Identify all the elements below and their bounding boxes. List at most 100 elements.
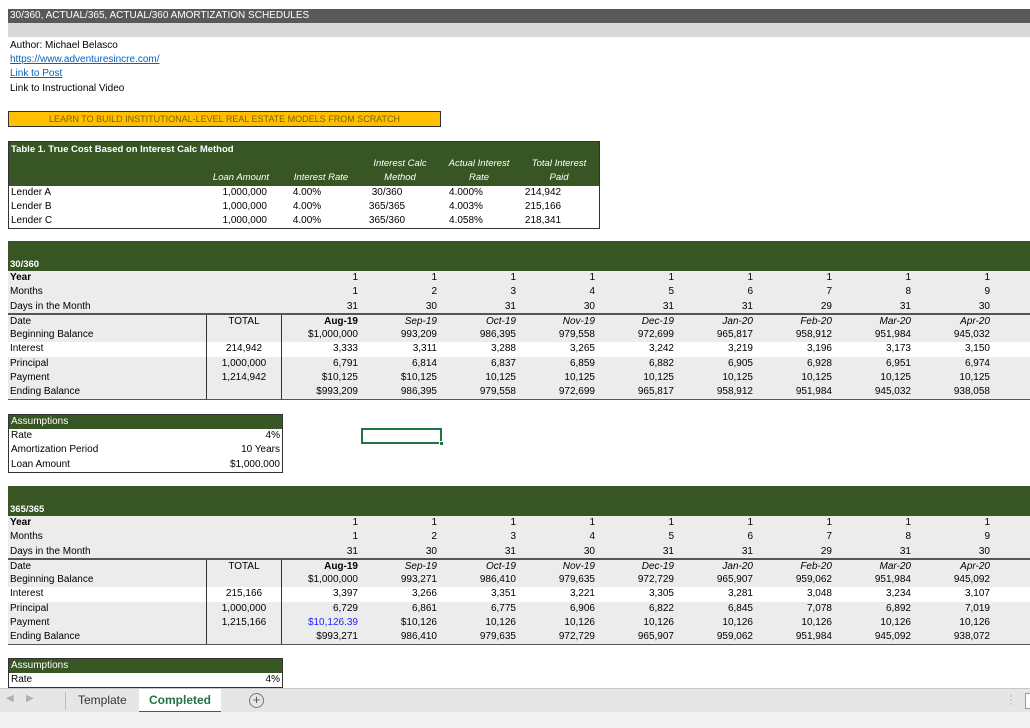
value-cell: 979,558 — [558, 329, 595, 341]
value-cell: 10,126 — [880, 617, 911, 629]
row-days: Days in the Month 31 30 31 30 31 31 29 31 30 — [8, 299, 1030, 314]
schedule-30-360: 30/360 Year 1 1 1 1 1 1 1 1 1 Months 1 2 3 4 5 6 7 8 9 Days i… — [8, 241, 1030, 400]
scroll-tabs-left-icon[interactable]: ◀ — [6, 693, 14, 704]
assumption-row: Amortization Period 10 Years — [9, 443, 282, 457]
value-cell: 3,311 — [412, 343, 437, 355]
col-total-interest-2: Paid — [549, 172, 569, 183]
tab-template[interactable]: Template — [68, 689, 137, 713]
col-actual-rate-1: Actual Interest — [448, 158, 510, 169]
value-cell: 9 — [984, 531, 990, 543]
video-link-text[interactable]: Link to Instructional Video — [10, 82, 124, 96]
assumptions-title: Assumptions — [9, 415, 282, 429]
value-cell: 979,558 — [479, 386, 516, 398]
row-principal: Principal 1,000,000 6,791 6,814 6,837 6,859 6,… — [8, 356, 1030, 372]
value-cell: 986,410 — [400, 631, 437, 643]
value-cell: 10,126 — [485, 617, 516, 629]
value-cell: 10,125 — [801, 372, 832, 384]
value-cell: Apr-20 — [960, 315, 990, 327]
value-cell: 3,221 — [569, 588, 595, 600]
col-loan-amount: Loan Amount — [212, 172, 270, 183]
value-cell: 958,912 — [795, 329, 832, 341]
author-text: Author: Michael Belasco — [10, 40, 118, 51]
value-cell: 30 — [978, 300, 990, 312]
value-cell: Mar-20 — [879, 560, 912, 572]
total-interest: 214,942 — [524, 187, 562, 198]
schedule-header: 365/365 — [8, 486, 1030, 516]
value-cell: 1 — [352, 517, 358, 528]
value-cell: 6,861 — [411, 602, 437, 614]
value-cell: 993,271 — [400, 574, 437, 586]
row-ending: Ending Balance $993,209 986,395 979,558 972,… — [8, 385, 1030, 400]
tab-separator — [65, 692, 66, 710]
add-sheet-icon[interactable]: + — [249, 693, 264, 708]
value-cell: Dec-19 — [641, 560, 674, 572]
schedule-header: 30/360 — [8, 241, 1030, 271]
value-cell: 951,984 — [795, 386, 832, 398]
value-cell: $10,126 — [400, 617, 437, 629]
total-cell: 1,215,166 — [206, 616, 282, 631]
fill-handle[interactable] — [439, 441, 444, 446]
selected-cell[interactable] — [361, 428, 444, 446]
horizontal-scrollbar[interactable] — [1025, 693, 1030, 709]
value-cell: 5 — [668, 286, 674, 298]
value-cell: 30 — [425, 300, 437, 312]
total-cell: TOTAL — [206, 559, 282, 574]
value-cell: 31 — [346, 545, 358, 557]
loan-amount: 1,000,000 — [222, 201, 268, 212]
value-cell: 10,126 — [643, 617, 674, 629]
schedule-365-365: 365/365 Year 1 1 1 1 1 1 1 1 1 Months 1 2 3 4 5 6 7 8 9 Days … — [8, 486, 1030, 645]
row-label: Beginning Balance — [10, 329, 94, 341]
assumptions-30-360: Assumptions Rate 4% Amortization Period 10 Y… — [8, 414, 283, 473]
value-cell: 5 — [668, 531, 674, 543]
row-label: Payment — [10, 372, 50, 384]
more-options-icon[interactable]: · · · — [1009, 691, 1013, 710]
value-cell: 29 — [820, 545, 832, 557]
value-cell: 4 — [589, 286, 595, 298]
total-cell — [206, 271, 282, 285]
value-cell: 6,882 — [648, 357, 674, 369]
value-cell: 1 — [431, 272, 437, 283]
value-cell: 3,173 — [885, 343, 911, 355]
tab-completed[interactable]: Completed — [139, 689, 222, 713]
assumption-label: Rate — [11, 674, 33, 685]
value-cell: 1 — [668, 272, 674, 283]
value-cell: $10,125 — [400, 372, 437, 384]
value-cell: 31 — [899, 545, 911, 557]
row-ending: Ending Balance $993,271 986,410 979,635 972,… — [8, 630, 1030, 645]
value-cell: 31 — [899, 300, 911, 312]
scroll-tabs-right-icon[interactable]: ▶ — [26, 693, 34, 704]
row-months: Months 1 2 3 4 5 6 7 8 9 — [8, 285, 1030, 300]
value-cell: Feb-20 — [800, 560, 832, 572]
value-cell: 959,062 — [716, 631, 753, 643]
value-cell: 10,125 — [959, 372, 990, 384]
value-cell: 1 — [431, 517, 437, 528]
value-cell: $10,126.39 — [307, 617, 358, 629]
total-cell: 1,000,000 — [206, 356, 282, 372]
row-label: Ending Balance — [10, 631, 81, 643]
promo-button[interactable]: LEARN TO BUILD INSTITUTIONAL-LEVEL REAL … — [8, 111, 441, 127]
value-cell: 993,209 — [400, 329, 437, 341]
total-cell — [206, 545, 282, 558]
row-label: Principal — [10, 357, 49, 369]
value-cell: 965,817 — [716, 329, 753, 341]
value-cell: 3,266 — [411, 588, 437, 600]
worksheet[interactable]: 30/360, ACTUAL/365, ACTUAL/360 AMORTIZAT… — [0, 0, 1030, 688]
title-underline — [8, 23, 1030, 37]
value-cell: 10,125 — [880, 372, 911, 384]
value-cell: 979,635 — [479, 631, 516, 643]
value-cell: 31 — [662, 300, 674, 312]
value-cell: 6,729 — [332, 602, 358, 614]
value-cell: Oct-19 — [485, 560, 516, 572]
value-cell: 3 — [510, 531, 516, 543]
value-cell: $10,125 — [321, 372, 358, 384]
website-link[interactable]: https://www.adventuresincre.com/ — [10, 53, 160, 67]
value-cell: 1 — [747, 517, 753, 528]
value-cell: 1 — [905, 517, 911, 528]
value-cell: 6,905 — [727, 357, 753, 369]
true-cost-table: Table 1. True Cost Based on Interest Cal… — [8, 141, 600, 229]
post-link[interactable]: Link to Post — [10, 67, 62, 81]
value-cell: 1 — [589, 272, 595, 283]
row-interest: Interest 214,942 3,333 3,311 3,288 3,265 3,242… — [8, 342, 1030, 357]
total-cell: 1,214,942 — [206, 371, 282, 386]
value-cell: $993,209 — [316, 386, 358, 398]
